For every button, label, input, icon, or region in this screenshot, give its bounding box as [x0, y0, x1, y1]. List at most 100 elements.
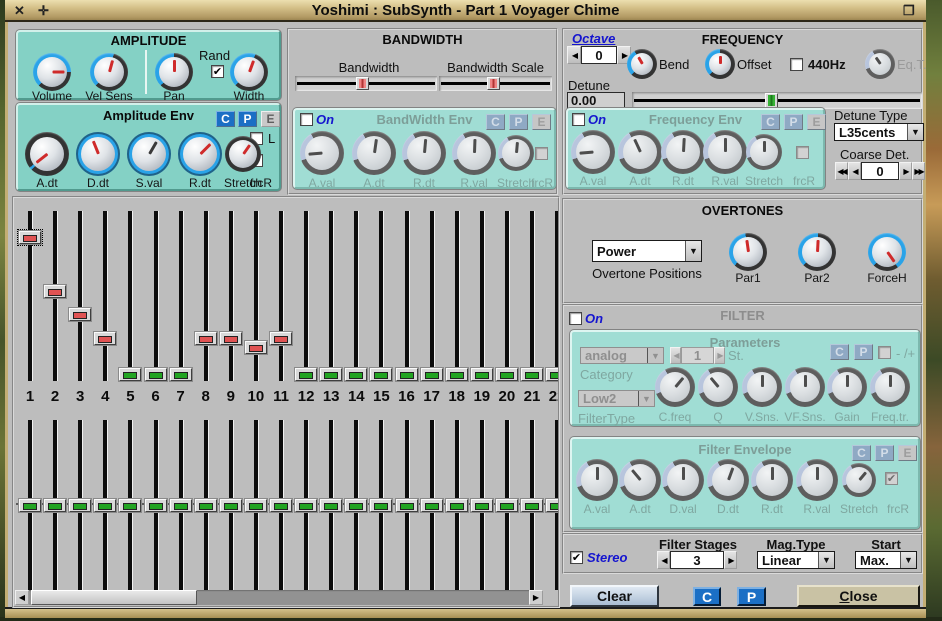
- harmonic-slider[interactable]: [470, 420, 494, 590]
- slider-handle[interactable]: [69, 499, 91, 512]
- slider-handle[interactable]: [370, 499, 392, 512]
- coarse-detune-fast-increment-button[interactable]: ▶▶: [912, 162, 925, 180]
- knob-pan[interactable]: [155, 53, 193, 91]
- harmonic-slider[interactable]: [43, 211, 67, 381]
- knob-d-dt[interactable]: [76, 132, 120, 176]
- overtone-positions-select[interactable]: Power ▼: [592, 240, 702, 262]
- bandwidth-scale-slider[interactable]: [439, 76, 552, 91]
- harmonic-slider[interactable]: [395, 211, 419, 381]
- slider-handle[interactable]: [396, 368, 418, 381]
- octave-decrement-button[interactable]: ◀: [567, 46, 581, 64]
- slider-handle[interactable]: [370, 368, 392, 381]
- start-select[interactable]: Max. ▼: [855, 551, 917, 569]
- scroll-left-icon[interactable]: ◀: [15, 590, 29, 605]
- detune-type-select[interactable]: L35cents ▼: [834, 123, 924, 141]
- harmonic-slider[interactable]: [294, 420, 318, 590]
- harmonic-slider[interactable]: [294, 211, 318, 381]
- slider-handle[interactable]: [170, 368, 192, 381]
- harmonic-slider[interactable]: [319, 211, 343, 381]
- slider-handle[interactable]: [69, 308, 91, 321]
- octave-value[interactable]: 0: [581, 46, 617, 64]
- harmonic-slider[interactable]: [219, 420, 243, 590]
- slider-handle[interactable]: [446, 499, 468, 512]
- harmonic-slider[interactable]: [545, 420, 560, 590]
- knob-stretch[interactable]: [225, 136, 261, 172]
- knob-offset[interactable]: [705, 49, 735, 79]
- slider-handle[interactable]: [44, 285, 66, 298]
- slider-handle[interactable]: [320, 499, 342, 512]
- slider-handle[interactable]: [396, 499, 418, 512]
- harmonic-slider[interactable]: [344, 211, 368, 381]
- bandwidth-slider[interactable]: [295, 76, 437, 91]
- slider-handle[interactable]: [195, 332, 217, 345]
- slider-handle[interactable]: [446, 368, 468, 381]
- slider-handle[interactable]: [170, 499, 192, 512]
- slider-handle[interactable]: [220, 332, 242, 345]
- harmonic-slider[interactable]: [68, 211, 92, 381]
- slider-handle[interactable]: [119, 499, 141, 512]
- knob-forceh[interactable]: [868, 233, 906, 271]
- harmonic-slider[interactable]: [495, 420, 519, 590]
- harmonic-slider[interactable]: [194, 420, 218, 590]
- harmonic-slider[interactable]: [118, 211, 142, 381]
- knob-vel-sens[interactable]: [90, 53, 128, 91]
- slider-handle[interactable]: [145, 368, 167, 381]
- e-button[interactable]: E: [261, 111, 280, 127]
- harmonic-slider[interactable]: [144, 420, 168, 590]
- harmonic-slider[interactable]: [269, 420, 293, 590]
- coarse-detune-decrement-button[interactable]: ◀: [848, 162, 861, 180]
- slider-handle[interactable]: [345, 499, 367, 512]
- filter-stages-decrement-button[interactable]: ◀: [657, 551, 670, 569]
- harmonic-slider[interactable]: [93, 420, 117, 590]
- paste-button[interactable]: P: [737, 587, 766, 606]
- harmonic-slider[interactable]: [194, 211, 218, 381]
- harmonic-slider[interactable]: [244, 211, 268, 381]
- harmonic-slider[interactable]: [319, 420, 343, 590]
- slider-handle[interactable]: [119, 368, 141, 381]
- close-button[interactable]: Close: [797, 585, 920, 607]
- slider-handle[interactable]: [245, 499, 267, 512]
- harmonic-slider[interactable]: [93, 211, 117, 381]
- slider-handle[interactable]: [421, 499, 443, 512]
- harmonic-slider[interactable]: [43, 420, 67, 590]
- slider-handle[interactable]: [245, 341, 267, 354]
- title-bar[interactable]: ✕ ✛ ▔ ❐ Yoshimi : SubSynth - Part 1 Voya…: [5, 0, 926, 22]
- knob-s-val[interactable]: [127, 132, 171, 176]
- filter-stages-increment-button[interactable]: ▶: [724, 551, 737, 569]
- slider-handle[interactable]: [19, 499, 41, 512]
- harmonic-slider[interactable]: [395, 420, 419, 590]
- slider-handle[interactable]: [270, 499, 292, 512]
- harmonic-slider[interactable]: [420, 420, 444, 590]
- harmonic-slider[interactable]: [169, 211, 193, 381]
- knob-par2[interactable]: [798, 233, 836, 271]
- slider-handle[interactable]: [295, 499, 317, 512]
- harmonic-slider[interactable]: [118, 420, 142, 590]
- knob-volume[interactable]: [33, 53, 71, 91]
- harmonic-slider[interactable]: [169, 420, 193, 590]
- p-button[interactable]: P: [238, 111, 257, 127]
- slider-handle[interactable]: [320, 368, 342, 381]
- harmonic-slider[interactable]: [470, 211, 494, 381]
- rand-checkbox[interactable]: ✔: [211, 65, 224, 78]
- coarse-detune-increment-button[interactable]: ▶: [899, 162, 912, 180]
- slider-handle[interactable]: [195, 499, 217, 512]
- copy-button[interactable]: C: [693, 587, 721, 606]
- slider-handle[interactable]: [546, 499, 560, 512]
- slider-handle[interactable]: [765, 93, 778, 108]
- harmonic-slider[interactable]: [369, 420, 393, 590]
- harmonic-slider[interactable]: [445, 420, 469, 590]
- slider-handle[interactable]: [270, 332, 292, 345]
- slider-handle[interactable]: [220, 499, 242, 512]
- slider-handle[interactable]: [546, 368, 560, 381]
- harmonics-scrollbar[interactable]: ◀ ▶: [15, 590, 543, 605]
- slider-handle[interactable]: [487, 77, 500, 90]
- hz440-checkbox[interactable]: [790, 58, 803, 71]
- harmonic-slider[interactable]: [495, 211, 519, 381]
- slider-handle[interactable]: [421, 368, 443, 381]
- slider-handle[interactable]: [19, 231, 41, 244]
- stereo-checkbox[interactable]: ✔: [570, 551, 583, 564]
- harmonic-slider[interactable]: [420, 211, 444, 381]
- harmonic-slider[interactable]: [545, 211, 560, 381]
- harmonic-slider[interactable]: [369, 211, 393, 381]
- detune-slider[interactable]: [632, 92, 922, 109]
